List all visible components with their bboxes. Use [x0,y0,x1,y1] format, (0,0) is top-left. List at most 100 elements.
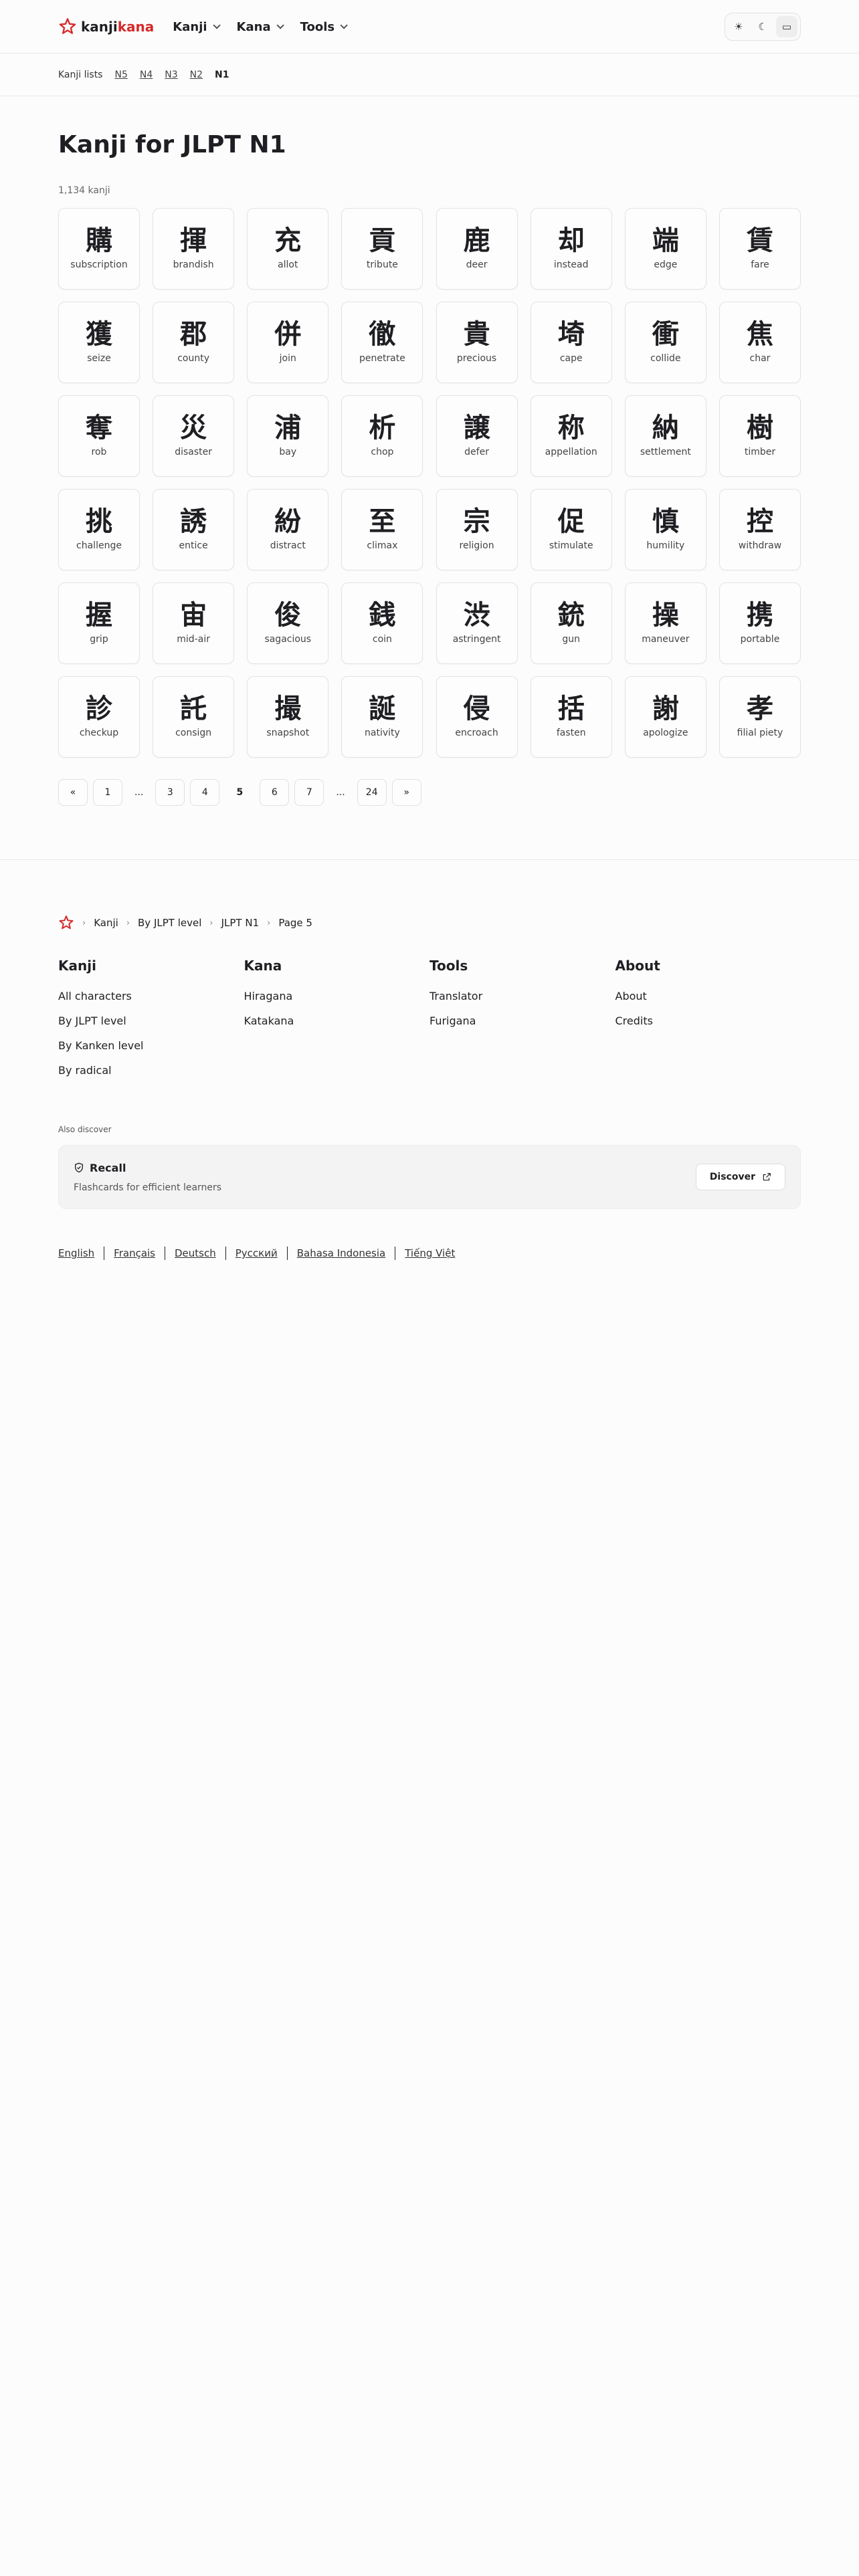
discover-button[interactable]: Discover [695,1164,785,1190]
kanji-character: 併 [274,319,302,350]
pagination-page[interactable]: 24 [357,779,387,806]
breadcrumb-item[interactable]: JLPT N1 [221,917,260,929]
kanji-card[interactable]: 獲 seize [58,302,140,383]
language-switcher: English Français Deutsch Русский Bahasa … [58,1247,801,1260]
kanji-card[interactable]: 樹 timber [719,395,801,477]
kanji-card[interactable]: 紛 distract [247,489,329,570]
sun-icon[interactable]: ☀ [728,16,749,37]
kanji-card[interactable]: 却 instead [530,208,612,290]
footer-link[interactable]: All characters [58,990,244,1002]
kanji-card[interactable]: 埼 cape [530,302,612,383]
kanji-card[interactable]: 災 disaster [153,395,235,477]
language-link[interactable]: Русский [235,1247,278,1259]
kanji-card[interactable]: 侵 encroach [436,676,518,758]
kanji-meaning: rob [91,447,107,457]
kanji-card[interactable]: 鹿 deer [436,208,518,290]
kanji-card[interactable]: 貴 precious [436,302,518,383]
breadcrumb-item[interactable]: By JLPT level [138,917,201,929]
footer-link[interactable]: Katakana [244,1014,430,1027]
kanji-card[interactable]: 賃 fare [719,208,801,290]
site-logo[interactable]: kanji kana [58,17,154,36]
footer-link[interactable]: By radical [58,1064,244,1077]
kanji-card[interactable]: 託 consign [153,676,235,758]
kanji-meaning: checkup [79,728,119,738]
flower-logo-icon[interactable] [58,915,74,931]
kanji-card[interactable]: 促 stimulate [530,489,612,570]
pagination-page[interactable]: 1 [93,779,122,806]
pagination-first[interactable]: « [58,779,88,806]
also-discover-label: Also discover [58,1125,112,1134]
footer-link[interactable]: Credits [615,1014,801,1027]
footer-link[interactable]: By Kanken level [58,1039,244,1052]
kanji-card[interactable]: 銭 coin [341,582,423,664]
kanji-card[interactable]: 浦 bay [247,395,329,477]
language-link[interactable]: Français [114,1247,155,1259]
nav-kanji-menu[interactable]: Kanji [173,20,221,34]
footer-link[interactable]: Hiragana [244,990,430,1002]
level-link-n3[interactable]: N3 [165,70,177,80]
footer-link[interactable]: About [615,990,801,1002]
kanji-character: 銭 [369,600,396,631]
kanji-card[interactable]: 慎 humility [624,489,706,570]
kanji-card[interactable]: 挑 challenge [58,489,140,570]
kanji-card[interactable]: 購 subscription [58,208,140,290]
breadcrumb-item[interactable]: Kanji [94,917,118,929]
kanji-card[interactable]: 宙 mid-air [153,582,235,664]
kanji-card[interactable]: 誕 nativity [341,676,423,758]
kanji-card[interactable]: 端 edge [624,208,706,290]
kanji-card[interactable]: 括 fasten [530,676,612,758]
nav-kana-menu[interactable]: Kana [237,20,284,34]
language-link[interactable]: Tiếng Việt [405,1247,455,1259]
kanji-meaning: encroach [455,728,498,738]
kanji-card[interactable]: 携 portable [719,582,801,664]
kanji-card[interactable]: 貢 tribute [341,208,423,290]
pagination-current: 5 [236,787,244,798]
kanji-card[interactable]: 焦 char [719,302,801,383]
pagination-page[interactable]: 7 [294,779,324,806]
kanji-card[interactable]: 孝 filial piety [719,676,801,758]
kanji-card[interactable]: 譲 defer [436,395,518,477]
kanji-card[interactable]: 宗 religion [436,489,518,570]
kanji-card[interactable]: 俊 sagacious [247,582,329,664]
monitor-icon[interactable]: ▭ [776,16,797,37]
kanji-character: 賃 [746,225,773,256]
language-link[interactable]: English [58,1247,94,1259]
kanji-character: 貢 [369,225,396,256]
kanji-card[interactable]: 奪 rob [58,395,140,477]
kanji-card[interactable]: 称 appellation [530,395,612,477]
kanji-card[interactable]: 納 settlement [624,395,706,477]
nav-tools-menu[interactable]: Tools [300,20,348,34]
footer-link[interactable]: By JLPT level [58,1014,244,1027]
kanji-card[interactable]: 揮 brandish [153,208,235,290]
level-link-n5[interactable]: N5 [114,70,127,80]
kanji-card[interactable]: 充 allot [247,208,329,290]
pagination-page[interactable]: 4 [190,779,220,806]
level-link-n4[interactable]: N4 [140,70,153,80]
kanji-card[interactable]: 併 join [247,302,329,383]
pagination-page[interactable]: 6 [260,779,290,806]
kanji-card[interactable]: 謝 apologize [624,676,706,758]
kanji-card[interactable]: 診 checkup [58,676,140,758]
kanji-card[interactable]: 握 grip [58,582,140,664]
kanji-card[interactable]: 衝 collide [624,302,706,383]
footer-link[interactable]: Translator [430,990,615,1002]
moon-icon[interactable]: ☾ [752,16,773,37]
footer-link[interactable]: Furigana [430,1014,615,1027]
pagination-last[interactable]: » [391,779,421,806]
kanji-card[interactable]: 渋 astringent [436,582,518,664]
language-link[interactable]: Bahasa Indonesia [297,1247,386,1259]
kanji-card[interactable]: 郡 county [153,302,235,383]
kanji-card[interactable]: 徹 penetrate [341,302,423,383]
kanji-card[interactable]: 撮 snapshot [247,676,329,758]
pagination-page[interactable]: 3 [155,779,185,806]
level-link-n2[interactable]: N2 [190,70,203,80]
kanji-card[interactable]: 誘 entice [153,489,235,570]
kanji-card[interactable]: 至 climax [341,489,423,570]
language-link[interactable]: Deutsch [175,1247,216,1259]
external-link-icon [763,1173,771,1181]
kanji-card[interactable]: 操 maneuver [624,582,706,664]
kanji-card[interactable]: 銃 gun [530,582,612,664]
kanji-card[interactable]: 控 withdraw [719,489,801,570]
divider [286,1247,288,1260]
kanji-card[interactable]: 析 chop [341,395,423,477]
